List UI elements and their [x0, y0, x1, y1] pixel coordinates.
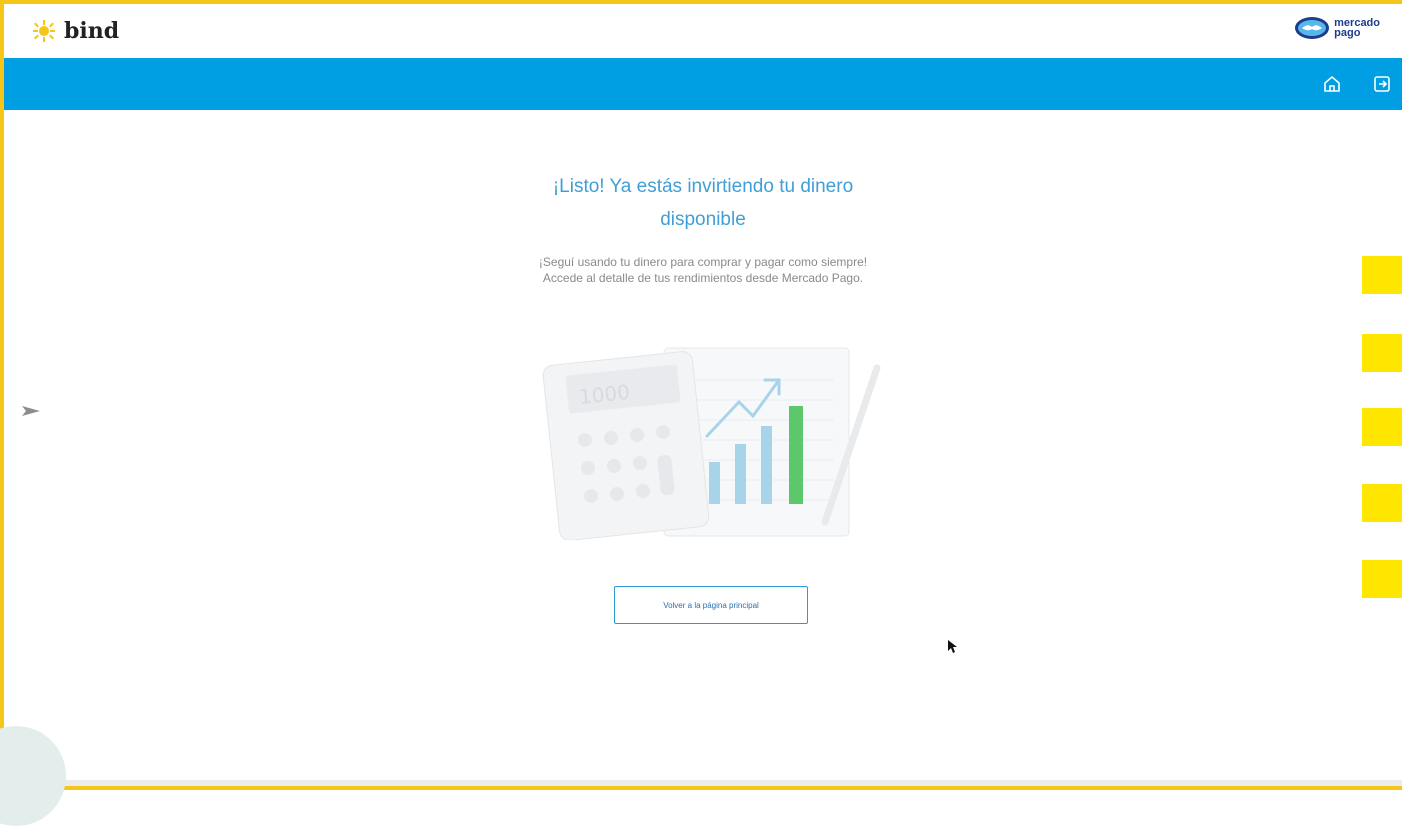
side-arrow-icon[interactable] [22, 404, 40, 422]
calculator: 1000 [542, 351, 710, 540]
back-to-home-button[interactable]: Volver a la página principal [614, 586, 808, 624]
investment-illustration: 1000 [542, 347, 881, 540]
partner-name-line2: pago [1334, 27, 1361, 39]
nav-bar [4, 58, 1402, 110]
yellow-swatch [1362, 256, 1402, 294]
handshake-icon [1295, 17, 1330, 39]
title-line-1: ¡Listo! Ya estás invirtiendo tu dinero [552, 176, 854, 197]
page-title: ¡Listo! Ya estás invirtiendo tu dinero d… [463, 170, 943, 236]
yellow-swatch [1362, 560, 1402, 598]
subtitle-line-1: ¡Seguí usando tu dinero para comprar y p… [538, 255, 868, 269]
main-content: ¡Listo! Ya estás invirtiendo tu dinero d… [4, 110, 1402, 750]
footer-bar [4, 780, 1402, 786]
brand-name: bind [64, 18, 120, 44]
home-button[interactable] [1320, 72, 1344, 96]
page-subtitle: ¡Seguí usando tu dinero para comprar y p… [373, 254, 1033, 286]
logout-icon [1374, 76, 1390, 92]
sun-icon [33, 20, 55, 42]
yellow-swatch [1362, 484, 1402, 522]
bind-logo[interactable]: bind [32, 18, 119, 44]
top-header: bind mercado pago [4, 4, 1402, 58]
title-line-2: disponible [660, 209, 746, 230]
mouse-cursor-icon [948, 640, 958, 659]
yellow-swatch [1362, 408, 1402, 446]
yellow-swatch [1362, 334, 1402, 372]
logout-button[interactable] [1370, 72, 1394, 96]
subtitle-line-2: Accede al detalle de tus rendimientos de… [542, 271, 864, 285]
home-icon [1324, 75, 1340, 92]
mercado-pago-logo: mercado pago [1294, 16, 1380, 40]
